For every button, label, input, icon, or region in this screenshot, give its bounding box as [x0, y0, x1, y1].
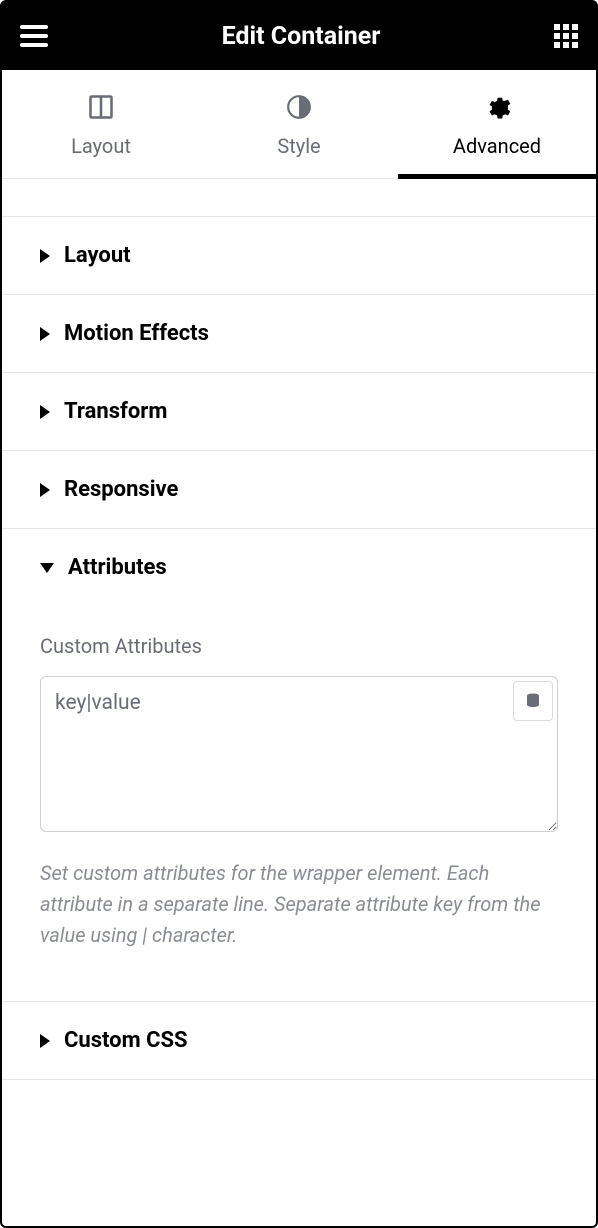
header-title: Edit Container: [222, 22, 381, 51]
chevron-right-icon: [40, 405, 50, 419]
chevron-right-icon: [40, 327, 50, 341]
section-custom-css[interactable]: Custom CSS: [2, 1002, 596, 1080]
tab-label: Style: [277, 134, 320, 158]
tab-layout[interactable]: Layout: [2, 70, 200, 178]
section-title: Transform: [64, 399, 167, 424]
section-title: Layout: [64, 243, 131, 268]
chevron-right-icon: [40, 483, 50, 497]
section-title: Custom CSS: [64, 1028, 188, 1053]
section-layout[interactable]: Layout: [2, 217, 596, 295]
header-bar: Edit Container: [2, 2, 596, 70]
tab-label: Advanced: [453, 134, 541, 158]
chevron-right-icon: [40, 249, 50, 263]
custom-attributes-input[interactable]: [40, 676, 558, 832]
help-text: Set custom attributes for the wrapper el…: [40, 858, 558, 951]
database-icon: [524, 692, 542, 710]
section-transform[interactable]: Transform: [2, 373, 596, 451]
gear-icon: [483, 92, 511, 122]
contrast-icon: [286, 92, 312, 122]
attribute-field-wrapper: [40, 676, 558, 836]
hamburger-icon[interactable]: [20, 25, 48, 47]
attributes-panel: Custom Attributes Set custom attributes …: [2, 606, 596, 1002]
columns-icon: [87, 92, 115, 122]
chevron-down-icon: [40, 563, 54, 573]
sections-container: Layout Motion Effects Transform Responsi…: [2, 179, 596, 1226]
section-title: Motion Effects: [64, 321, 209, 346]
section-responsive[interactable]: Responsive: [2, 451, 596, 529]
tab-label: Layout: [71, 134, 131, 158]
section-attributes[interactable]: Attributes: [2, 529, 596, 606]
section-title: Attributes: [68, 555, 167, 580]
chevron-right-icon: [40, 1034, 50, 1048]
section-motion-effects[interactable]: Motion Effects: [2, 295, 596, 373]
tab-style[interactable]: Style: [200, 70, 398, 178]
section-title: Responsive: [64, 477, 178, 502]
spacer: [2, 179, 596, 217]
apps-grid-icon[interactable]: [554, 24, 578, 48]
tabs: Layout Style Advanced: [2, 70, 596, 179]
field-label: Custom Attributes: [40, 634, 558, 658]
dynamic-data-button[interactable]: [513, 681, 553, 721]
tab-advanced[interactable]: Advanced: [398, 70, 596, 178]
